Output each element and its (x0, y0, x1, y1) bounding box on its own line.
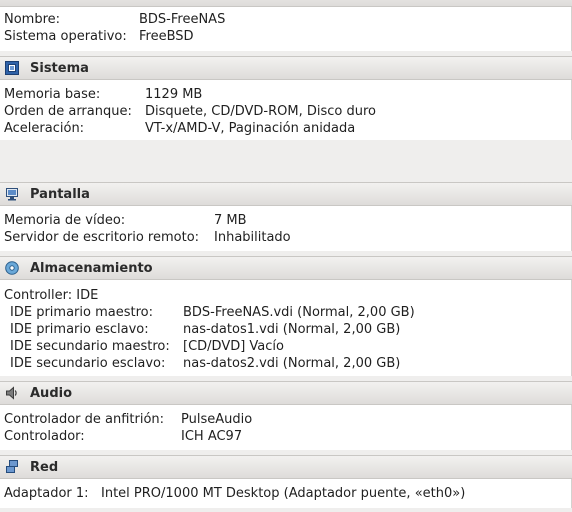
acceleration-value: VT-x/AMD-V, Paginación anidada (145, 121, 356, 136)
remote-desktop-value: Inhabilitado (214, 230, 291, 245)
ide-primary-master-label: IDE primario maestro: (10, 305, 153, 320)
network-section-title: Red (30, 460, 59, 475)
system-preview-gap (0, 140, 572, 182)
audio-controller-label: Controlador: (4, 429, 85, 444)
display-section-header[interactable]: Pantalla (0, 182, 572, 206)
display-section-title: Pantalla (30, 187, 90, 202)
host-driver-value: PulseAudio (181, 412, 253, 427)
ide-secondary-slave-label: IDE secundario esclavo: (10, 356, 166, 371)
speaker-icon (6, 386, 17, 400)
monitor-icon (6, 188, 18, 201)
display-section-body: Memoria de vídeo: 7 MB Servidor de escri… (0, 206, 572, 251)
ide-primary-slave-label: IDE primario esclavo: (10, 322, 149, 337)
audio-controller-value: ICH AC97 (181, 429, 243, 444)
os-value: FreeBSD (139, 29, 194, 44)
ide-primary-master-value: BDS-FreeNAS.vdi (Normal, 2,00 GB) (183, 305, 415, 320)
storage-section-header[interactable]: Almacenamiento (0, 256, 572, 280)
system-section-header[interactable]: Sistema (0, 56, 572, 80)
general-section-body: Nombre: BDS-FreeNAS Sistema operativo: F… (0, 7, 572, 51)
ide-secondary-master-label: IDE secundario maestro: (10, 339, 170, 354)
base-memory-label: Memoria base: (4, 87, 101, 102)
system-section-title: Sistema (30, 61, 89, 76)
video-memory-label: Memoria de vídeo: (4, 213, 126, 228)
ide-primary-slave-value: nas-datos1.vdi (Normal, 2,00 GB) (183, 322, 401, 337)
boot-order-value: Disquete, CD/DVD-ROM, Disco duro (145, 104, 376, 119)
adapter-1-label: Adaptador 1: (4, 486, 89, 501)
ide-secondary-slave-value: nas-datos2.vdi (Normal, 2,00 GB) (183, 356, 401, 371)
base-memory-value: 1129 MB (145, 87, 203, 102)
boot-order-label: Orden de arranque: (4, 104, 132, 119)
controller-label: Controller: IDE (4, 288, 99, 303)
disk-icon (5, 261, 19, 275)
ide-secondary-master-value: [CD/DVD] Vacío (183, 339, 284, 354)
name-value: BDS-FreeNAS (139, 12, 226, 27)
network-icon (6, 460, 18, 473)
video-memory-value: 7 MB (214, 213, 247, 228)
general-section-header[interactable] (0, 0, 572, 7)
chip-icon (5, 61, 19, 75)
os-label: Sistema operativo: (4, 29, 127, 44)
network-section-header[interactable]: Red (0, 455, 572, 479)
audio-section-body: Controlador de anfitrión: PulseAudio Con… (0, 405, 572, 450)
acceleration-label: Aceleración: (4, 121, 85, 136)
storage-section-body: Controller: IDE IDE primario maestro: BD… (0, 280, 572, 376)
audio-section-header[interactable]: Audio (0, 381, 572, 405)
audio-section-title: Audio (30, 386, 73, 401)
adapter-1-value: Intel PRO/1000 MT Desktop (Adaptador pue… (101, 486, 466, 501)
storage-section-title: Almacenamiento (30, 261, 153, 276)
remote-desktop-label: Servidor de escritorio remoto: (4, 230, 200, 245)
network-section-body: Adaptador 1: Intel PRO/1000 MT Desktop (… (0, 479, 572, 508)
system-section-body: Memoria base: 1129 MB Orden de arranque:… (0, 80, 572, 140)
host-driver-label: Controlador de anfitrión: (4, 412, 165, 427)
name-label: Nombre: (4, 12, 61, 27)
